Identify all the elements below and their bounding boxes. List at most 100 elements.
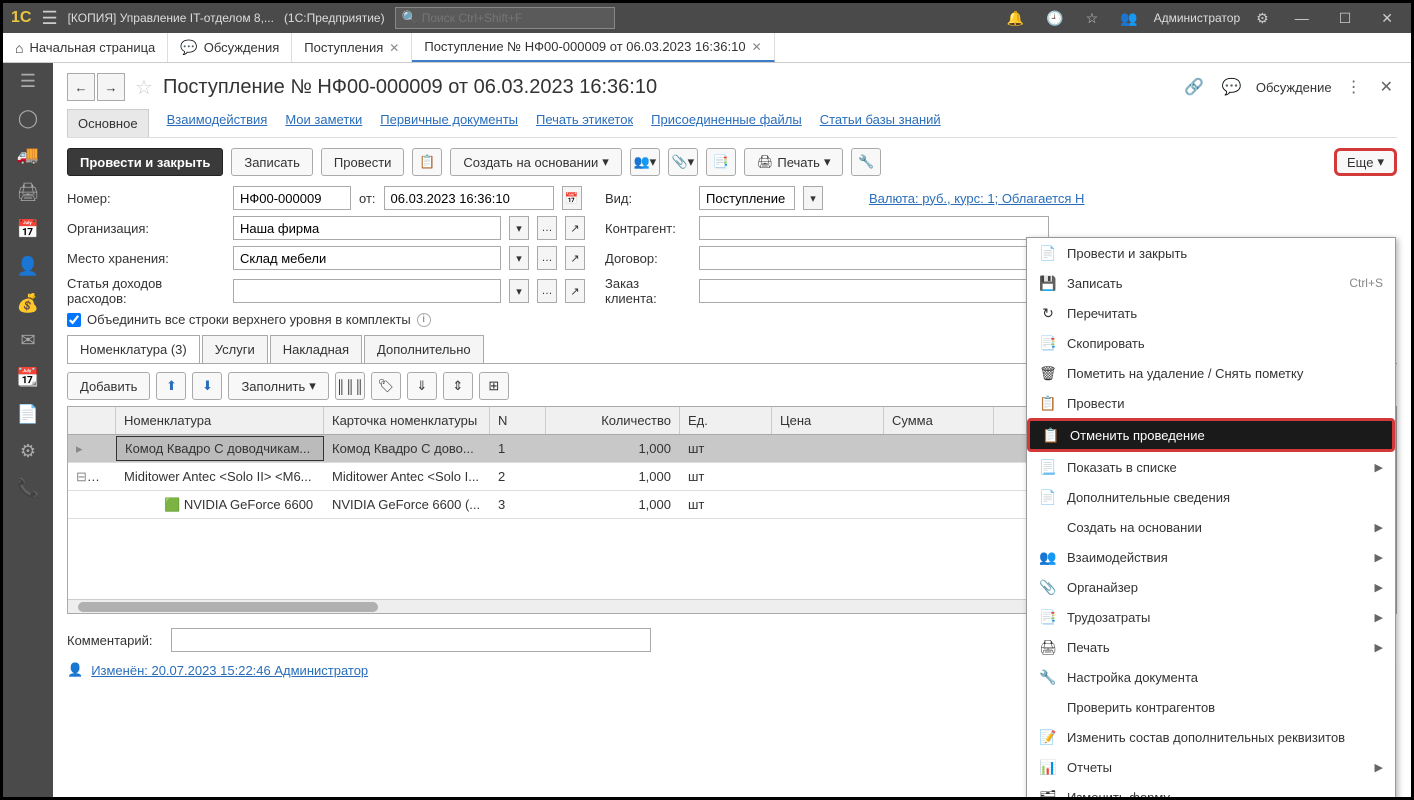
calendar-icon[interactable]: 📅 xyxy=(17,219,39,240)
mi-create-based-on[interactable]: Создать на основании▶ xyxy=(1027,512,1395,542)
date-icon[interactable]: 📆 xyxy=(17,367,39,388)
tab-nomenclature[interactable]: Номенклатура (3) xyxy=(67,335,200,363)
cell-qty[interactable]: 1,000 xyxy=(546,437,680,460)
post-and-close-button[interactable]: Провести и закрыть xyxy=(67,148,223,176)
expand-arrow-icon[interactable]: ▸ xyxy=(76,441,83,456)
discussion-label[interactable]: Обсуждение xyxy=(1256,80,1332,95)
mi-cancel-posting[interactable]: 📋Отменить проведение xyxy=(1027,418,1395,452)
cell-qty[interactable]: 1,000 xyxy=(546,465,680,488)
contract-input[interactable] xyxy=(699,246,1049,270)
open-btn[interactable]: ↗ xyxy=(565,246,585,270)
mi-reread[interactable]: ↻Перечитать xyxy=(1027,298,1395,328)
mi-mark-delete[interactable]: 🗑Пометить на удаление / Снять пометку xyxy=(1027,358,1395,388)
navlink-main[interactable]: Основное xyxy=(67,109,149,137)
currency-link[interactable]: Валюта: руб., курс: 1; Облагается Н xyxy=(869,191,1084,206)
order-input[interactable] xyxy=(699,279,1049,303)
cell-card[interactable]: NVIDIA GeForce 6600 (... xyxy=(324,493,490,516)
more-button[interactable]: Еще ▾ xyxy=(1334,148,1397,176)
cell-card[interactable]: Miditower Antec <Solo I... xyxy=(324,465,490,488)
open-btn[interactable]: ↗ xyxy=(565,216,585,240)
cell-nomenclature[interactable]: NVIDIA GeForce 6600 xyxy=(184,497,313,512)
th-card[interactable]: Карточка номенклатуры xyxy=(324,407,490,434)
navlink-kb[interactable]: Статьи базы знаний xyxy=(820,112,941,135)
expand-button[interactable]: ⇕ xyxy=(443,372,473,400)
star-icon[interactable]: ☆ xyxy=(1080,10,1105,27)
cell-unit[interactable]: шт xyxy=(680,493,772,516)
tab-additional[interactable]: Дополнительно xyxy=(364,335,484,363)
bell-icon[interactable]: 🔔 xyxy=(1001,10,1030,27)
truck-icon[interactable]: 🚚 xyxy=(17,145,39,166)
menu-icon[interactable]: ☰ xyxy=(20,71,36,92)
discussion-icon[interactable]: 💬 xyxy=(1218,77,1246,97)
user-name[interactable]: Администратор xyxy=(1154,11,1241,25)
th-nomenclature[interactable]: Номенклатура xyxy=(116,407,324,434)
attach-btn[interactable]: 📎▾ xyxy=(668,148,698,176)
journal-btn[interactable]: 📑 xyxy=(706,148,736,176)
nav-back-button[interactable]: ← xyxy=(67,73,95,101)
comment-input[interactable] xyxy=(171,628,651,652)
cell-nomenclature[interactable]: Miditower Antec <Solo II> <M6... xyxy=(116,465,324,488)
mi-labor[interactable]: 📑Трудозатраты▶ xyxy=(1027,602,1395,632)
info-icon[interactable]: i xyxy=(417,313,431,327)
cell-n[interactable]: 1 xyxy=(490,437,546,460)
cell-unit[interactable]: шт xyxy=(680,437,772,460)
counterparty-input[interactable] xyxy=(699,216,1049,240)
th-unit[interactable]: Ед. xyxy=(680,407,772,434)
favorite-star-icon[interactable]: ☆ xyxy=(135,75,153,100)
mi-change-requisites[interactable]: 📝Изменить состав дополнительных реквизит… xyxy=(1027,722,1395,752)
mail-icon[interactable]: ✉ xyxy=(20,330,35,351)
users-icon[interactable]: 👥 xyxy=(1114,10,1143,27)
type-input[interactable] xyxy=(699,186,795,210)
navlink-notes[interactable]: Мои заметки xyxy=(285,112,362,135)
search-input[interactable] xyxy=(422,11,608,25)
import-button[interactable]: ⇓ xyxy=(407,372,437,400)
dropdown-btn[interactable]: ▾ xyxy=(803,186,823,210)
cell-unit[interactable]: шт xyxy=(680,465,772,488)
cell-n[interactable]: 2 xyxy=(490,465,546,488)
ellipsis-btn[interactable]: … xyxy=(537,279,557,303)
printer-icon[interactable]: 🖨 xyxy=(17,182,40,203)
close-window-button[interactable]: ✕ xyxy=(1371,10,1403,27)
mi-print[interactable]: 🖨Печать▶ xyxy=(1027,632,1395,662)
mi-doc-settings[interactable]: 🔧Настройка документа xyxy=(1027,662,1395,692)
settings-sliders-icon[interactable]: ⚙ xyxy=(1250,10,1275,27)
cell-qty[interactable]: 1,000 xyxy=(546,493,680,516)
post-button[interactable]: Провести xyxy=(321,148,405,176)
close-icon[interactable]: ✕ xyxy=(389,41,399,55)
money-icon[interactable]: 💰 xyxy=(17,293,39,314)
mi-change-form[interactable]: 🗂Изменить форму... xyxy=(1027,782,1395,797)
navlink-files[interactable]: Присоединенные файлы xyxy=(651,112,802,135)
mi-reports[interactable]: 📊Отчеты▶ xyxy=(1027,752,1395,782)
open-btn[interactable]: ↗ xyxy=(565,279,585,303)
navlink-primary-docs[interactable]: Первичные документы xyxy=(380,112,518,135)
cell-n[interactable]: 3 xyxy=(490,493,546,516)
mi-interactions[interactable]: 👥Взаимодействия▶ xyxy=(1027,542,1395,572)
move-down-button[interactable]: ⬇ xyxy=(192,372,222,400)
th-price[interactable]: Цена xyxy=(772,407,884,434)
mi-organizer[interactable]: 📎Органайзер▶ xyxy=(1027,572,1395,602)
ellipsis-btn[interactable]: … xyxy=(537,216,557,240)
dropdown-btn[interactable]: ▾ xyxy=(509,279,529,303)
main-menu-icon[interactable]: ☰ xyxy=(41,8,57,29)
ellipsis-btn[interactable]: … xyxy=(537,246,557,270)
article-input[interactable] xyxy=(233,279,501,303)
tab-services[interactable]: Услуги xyxy=(202,335,268,363)
collapse-arrow-icon[interactable]: ⊟ xyxy=(76,469,87,484)
org-input[interactable] xyxy=(233,216,501,240)
users-btn[interactable]: 👥▾ xyxy=(630,148,660,176)
kebab-icon[interactable]: ⋮ xyxy=(1342,77,1366,97)
cell-nomenclature[interactable]: Комод Квадро С доводчикам... xyxy=(116,436,324,461)
minimize-button[interactable]: — xyxy=(1285,10,1319,26)
fill-button[interactable]: Заполнить ▾ xyxy=(228,372,328,400)
barcode-button[interactable]: ║║║ xyxy=(335,372,365,400)
navlink-interactions[interactable]: Взаимодействия xyxy=(167,112,268,135)
calendar-btn[interactable]: 📅 xyxy=(562,186,582,210)
number-input[interactable] xyxy=(233,186,351,210)
th-n[interactable]: N xyxy=(490,407,546,434)
create-based-on-button[interactable]: Создать на основании ▾ xyxy=(450,148,621,176)
date-input[interactable] xyxy=(384,186,554,210)
mi-copy[interactable]: 📑Скопировать xyxy=(1027,328,1395,358)
mi-check-counterparties[interactable]: Проверить контрагентов xyxy=(1027,692,1395,722)
tab-home[interactable]: ⌂ Начальная страница xyxy=(3,33,168,62)
link-icon[interactable]: 🔗 xyxy=(1180,77,1208,97)
